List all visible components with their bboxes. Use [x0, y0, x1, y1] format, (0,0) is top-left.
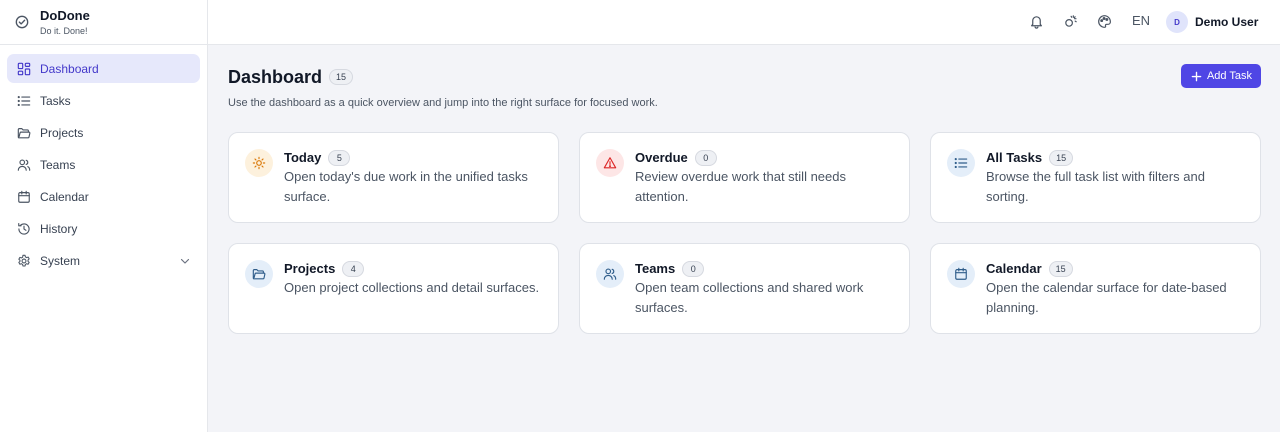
- card-title: Calendar: [986, 261, 1042, 276]
- card-description: Open today's due work in the unified tas…: [284, 169, 528, 204]
- language-selector[interactable]: EN: [1132, 13, 1150, 28]
- card-description: Open project collections and detail surf…: [284, 280, 540, 295]
- sidebar-nav: Dashboard Tasks Projects Teams Calendar: [0, 45, 207, 287]
- card-calendar[interactable]: Calendar 15 Open the calendar surface fo…: [930, 243, 1261, 334]
- card-teams[interactable]: Teams 0 Open team collections and shared…: [579, 243, 910, 334]
- topbar: EN D Demo User: [208, 0, 1280, 45]
- folder-icon: [245, 260, 273, 288]
- add-task-label: Add Task: [1206, 70, 1252, 82]
- theme-toggle-icon[interactable]: [1063, 14, 1078, 29]
- page-title: Dashboard: [228, 66, 323, 87]
- sun-icon: [245, 149, 273, 177]
- sidebar: DoDone Do it. Done! Dashboard Tasks Proj…: [0, 0, 208, 432]
- sidebar-item-system[interactable]: System: [7, 246, 200, 275]
- card-title: All Tasks: [986, 150, 1043, 165]
- card-description: Open the calendar surface for date-based…: [986, 280, 1227, 315]
- card-title: Projects: [284, 261, 336, 276]
- card-count-badge: 15: [1049, 149, 1074, 166]
- app-name: DoDone: [40, 7, 90, 23]
- app-tagline: Do it. Done!: [40, 25, 88, 36]
- card-projects[interactable]: Projects 4 Open project collections and …: [228, 243, 559, 334]
- sidebar-item-history[interactable]: History: [7, 214, 200, 243]
- avatar: D: [1166, 11, 1188, 33]
- sidebar-item-label: History: [40, 221, 78, 236]
- summary-cards: Today 5 Open today's due work in the uni…: [228, 132, 1261, 334]
- folder-icon: [17, 126, 31, 140]
- sidebar-item-label: Projects: [40, 125, 84, 140]
- users-icon: [596, 260, 624, 288]
- card-title: Overdue: [635, 150, 688, 165]
- page-count-badge: 15: [329, 69, 354, 85]
- card-title: Today: [284, 150, 322, 165]
- card-today[interactable]: Today 5 Open today's due work in the uni…: [228, 132, 559, 223]
- list-icon: [17, 94, 31, 108]
- calendar-icon: [17, 190, 31, 204]
- sidebar-item-label: Teams: [40, 157, 76, 172]
- sidebar-item-dashboard[interactable]: Dashboard: [7, 54, 200, 83]
- sidebar-item-projects[interactable]: Projects: [7, 118, 200, 147]
- list-icon: [947, 149, 975, 177]
- card-count-badge: 0: [694, 149, 717, 166]
- sidebar-item-label: Dashboard: [40, 61, 99, 76]
- user-name: Demo User: [1195, 15, 1259, 29]
- card-title: Teams: [635, 261, 676, 276]
- page-header: Dashboard 15 Add Task: [228, 64, 1261, 90]
- card-description: Browse the full task list with filters a…: [986, 169, 1205, 204]
- sidebar-item-label: Tasks: [40, 93, 71, 108]
- calendar-icon: [947, 260, 975, 288]
- user-menu[interactable]: D Demo User: [1166, 11, 1258, 33]
- card-description: Open team collections and shared work su…: [635, 280, 864, 315]
- bell-icon[interactable]: [1029, 14, 1044, 29]
- main-content: Dashboard 15 Add Task Use the dashboard …: [228, 64, 1261, 334]
- sidebar-item-calendar[interactable]: Calendar: [7, 182, 200, 211]
- card-overdue[interactable]: Overdue 0 Review overdue work that still…: [579, 132, 910, 223]
- sidebar-item-label: System: [40, 253, 81, 268]
- plus-icon: [1191, 71, 1202, 82]
- gear-icon: [17, 254, 31, 268]
- card-count-badge: 15: [1048, 260, 1073, 277]
- users-icon: [17, 158, 31, 172]
- card-all-tasks[interactable]: All Tasks 15 Browse the full task list w…: [930, 132, 1261, 223]
- add-task-button[interactable]: Add Task: [1180, 64, 1261, 88]
- palette-icon[interactable]: [1097, 14, 1112, 29]
- brand[interactable]: DoDone Do it. Done!: [0, 0, 207, 45]
- dashboard-icon: [17, 62, 31, 76]
- sidebar-item-tasks[interactable]: Tasks: [7, 86, 200, 115]
- page-subtitle: Use the dashboard as a quick overview an…: [228, 97, 658, 109]
- check-circle-icon: [15, 15, 29, 29]
- card-count-badge: 5: [328, 149, 351, 166]
- card-description: Review overdue work that still needs att…: [635, 169, 846, 204]
- warning-icon: [596, 149, 624, 177]
- card-count-badge: 0: [682, 260, 705, 277]
- sidebar-item-teams[interactable]: Teams: [7, 150, 200, 179]
- card-count-badge: 4: [342, 260, 365, 277]
- history-icon: [17, 222, 31, 236]
- chevron-down-icon[interactable]: [179, 255, 191, 267]
- sidebar-item-label: Calendar: [40, 189, 89, 204]
